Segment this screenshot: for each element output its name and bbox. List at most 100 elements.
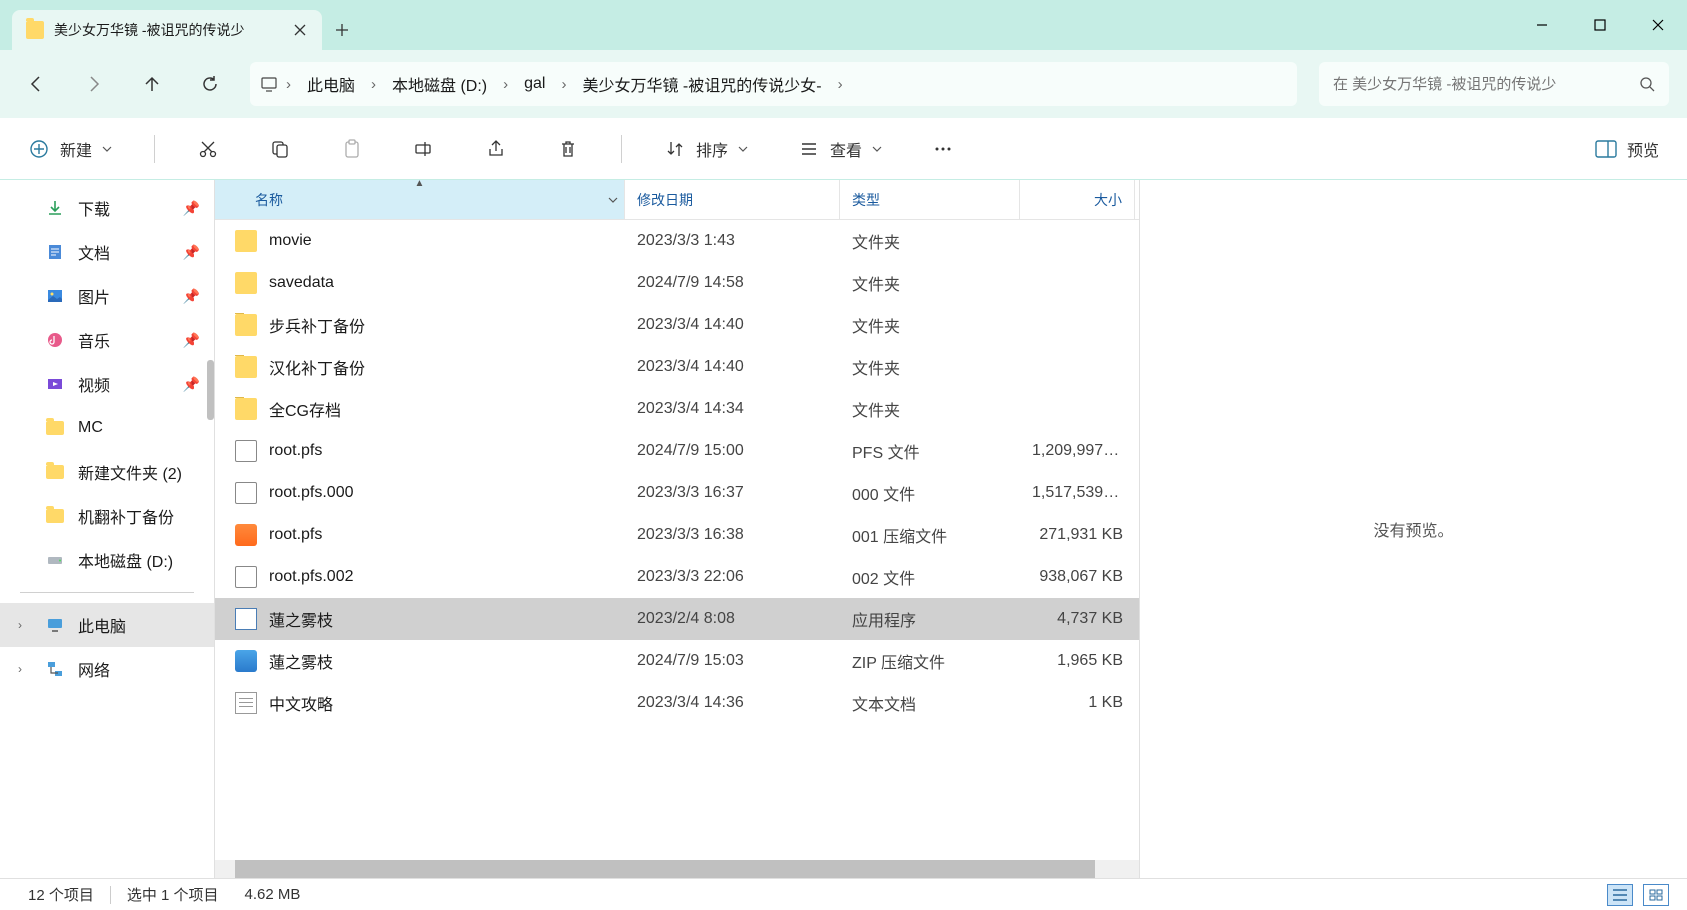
address-bar[interactable]: › 此电脑 › 本地磁盘 (D:) › gal › 美少女万华镜 -被诅咒的传说… — [250, 62, 1297, 106]
preview-empty-text: 没有预览。 — [1373, 517, 1453, 541]
file-name: 蓮之雾枝 — [269, 607, 333, 631]
minimize-button[interactable] — [1513, 0, 1571, 50]
breadcrumb-segment[interactable]: gal — [514, 71, 555, 97]
trash-icon — [557, 138, 579, 160]
file-name: root.pfs — [269, 442, 322, 460]
file-row[interactable]: 中文攻略2023/3/4 14:36文本文档1 KB — [215, 682, 1139, 724]
icons-view-button[interactable] — [1643, 884, 1669, 906]
file-date: 2023/3/4 14:36 — [625, 694, 840, 712]
file-row[interactable]: root.pfs.0022023/3/3 22:06002 文件938,067 … — [215, 556, 1139, 598]
new-button[interactable]: 新建 — [20, 131, 120, 167]
file-row[interactable]: 汉化补丁备份2023/3/4 14:40文件夹 — [215, 346, 1139, 388]
sidebar-item-network[interactable]: › 网络 — [0, 647, 214, 691]
folder-icon — [235, 230, 257, 252]
sidebar-item[interactable]: 本地磁盘 (D:) — [0, 538, 214, 582]
delete-button[interactable] — [549, 132, 587, 166]
window-tab[interactable]: 美少女万华镜 -被诅咒的传说少 — [12, 10, 322, 50]
scissors-icon — [197, 138, 219, 160]
breadcrumb-segment[interactable]: 此电脑 — [297, 68, 365, 100]
sidebar-item[interactable]: MC — [0, 406, 214, 450]
window-controls — [1513, 0, 1687, 50]
close-tab-button[interactable] — [292, 22, 308, 38]
file-row[interactable]: movie2023/3/3 1:43文件夹 — [215, 220, 1139, 262]
scrollbar-thumb[interactable] — [235, 860, 1095, 878]
column-header-type[interactable]: 类型 — [840, 180, 1020, 219]
file-date: 2023/2/4 8:08 — [625, 610, 840, 628]
sidebar-item[interactable]: 下载📌 — [0, 186, 214, 230]
file-icon — [235, 566, 257, 588]
maximize-button[interactable] — [1571, 0, 1629, 50]
navigation-sidebar[interactable]: 下载📌文档📌图片📌音乐📌视频📌 MC 新建文件夹 (2)机翻补丁备份本地磁盘 (D:… — [0, 180, 215, 878]
sidebar-item-thispc[interactable]: › 此电脑 — [0, 603, 214, 647]
title-bar: 美少女万华镜 -被诅咒的传说少 — [0, 0, 1687, 50]
folder-icon — [235, 314, 257, 336]
search-input[interactable] — [1333, 76, 1639, 93]
paste-button[interactable] — [333, 132, 371, 166]
chevron-right-icon[interactable]: › — [18, 662, 22, 676]
status-item-count: 12 个项目 — [18, 884, 104, 905]
close-window-button[interactable] — [1629, 0, 1687, 50]
file-row[interactable]: 步兵补丁备份2023/3/4 14:40文件夹 — [215, 304, 1139, 346]
column-header-date[interactable]: 修改日期 — [625, 180, 840, 219]
preview-pane-button[interactable]: 预览 — [1587, 131, 1667, 167]
column-header-size[interactable]: 大小 — [1020, 180, 1135, 219]
column-header-name[interactable]: ▲ 名称 — [215, 180, 625, 219]
chevron-right-icon[interactable]: › — [834, 76, 847, 93]
copy-icon — [269, 138, 291, 160]
file-row[interactable]: 蓮之雾枝2023/2/4 8:08应用程序4,737 KB — [215, 598, 1139, 640]
file-date: 2023/3/3 1:43 — [625, 232, 840, 250]
refresh-button[interactable] — [192, 66, 228, 102]
file-type: 002 文件 — [840, 565, 1020, 589]
file-size: 1,517,539 KB — [1020, 484, 1135, 502]
breadcrumb-segment[interactable]: 美少女万华镜 -被诅咒的传说少女- — [572, 68, 831, 100]
new-tab-button[interactable] — [322, 10, 362, 50]
search-icon[interactable] — [1639, 76, 1655, 92]
sidebar-item[interactable]: 机翻补丁备份 — [0, 494, 214, 538]
sidebar-item[interactable]: 音乐📌 — [0, 318, 214, 362]
forward-button[interactable] — [76, 66, 112, 102]
view-button[interactable]: 查看 — [790, 131, 890, 167]
sidebar-item[interactable]: 图片📌 — [0, 274, 214, 318]
file-row[interactable]: 蓮之雾枝2024/7/9 15:03ZIP 压缩文件1,965 KB — [215, 640, 1139, 682]
details-view-button[interactable] — [1607, 884, 1633, 906]
share-button[interactable] — [477, 132, 515, 166]
file-type: 文件夹 — [840, 313, 1020, 337]
file-date: 2023/3/3 16:38 — [625, 526, 840, 544]
cut-button[interactable] — [189, 132, 227, 166]
sort-button[interactable]: 排序 — [656, 131, 756, 167]
sidebar-item[interactable]: 新建文件夹 (2) — [0, 450, 214, 494]
video-icon — [44, 373, 66, 395]
chevron-right-icon[interactable]: › — [499, 76, 512, 93]
pin-icon: 📌 — [183, 200, 200, 217]
rename-button[interactable] — [405, 132, 443, 166]
chevron-right-icon[interactable]: › — [557, 76, 570, 93]
chevron-right-icon[interactable]: › — [18, 618, 22, 632]
search-box[interactable] — [1319, 62, 1669, 106]
chevron-down-icon[interactable] — [608, 195, 618, 205]
file-size: 1,965 KB — [1020, 652, 1135, 670]
sidebar-item-label: MC — [78, 419, 103, 437]
folder-icon — [44, 417, 66, 439]
up-button[interactable] — [134, 66, 170, 102]
horizontal-scrollbar[interactable] — [215, 860, 1139, 878]
file-row[interactable]: root.pfs2024/7/9 15:00PFS 文件1,209,997 KB — [215, 430, 1139, 472]
sidebar-item[interactable]: 视频📌 — [0, 362, 214, 406]
breadcrumb-segment[interactable]: 本地磁盘 (D:) — [382, 68, 497, 100]
file-row[interactable]: root.pfs2023/3/3 16:38001 压缩文件271,931 KB — [215, 514, 1139, 556]
chevron-right-icon[interactable]: › — [282, 76, 295, 93]
clipboard-icon — [341, 138, 363, 160]
monitor-icon — [44, 614, 66, 636]
file-row[interactable]: 全CG存档2023/3/4 14:34文件夹 — [215, 388, 1139, 430]
network-icon — [44, 658, 66, 680]
file-row[interactable]: savedata2024/7/9 14:58文件夹 — [215, 262, 1139, 304]
more-button[interactable] — [924, 132, 962, 166]
back-button[interactable] — [18, 66, 54, 102]
file-size: 1 KB — [1020, 694, 1135, 712]
file-row[interactable]: root.pfs.0002023/3/3 16:37000 文件1,517,53… — [215, 472, 1139, 514]
sidebar-item-label: 本地磁盘 (D:) — [78, 548, 173, 572]
scrollbar-thumb[interactable] — [207, 360, 214, 420]
chevron-right-icon[interactable]: › — [367, 76, 380, 93]
file-list[interactable]: movie2023/3/3 1:43文件夹savedata2024/7/9 14… — [215, 220, 1139, 860]
copy-button[interactable] — [261, 132, 299, 166]
sidebar-item[interactable]: 文档📌 — [0, 230, 214, 274]
